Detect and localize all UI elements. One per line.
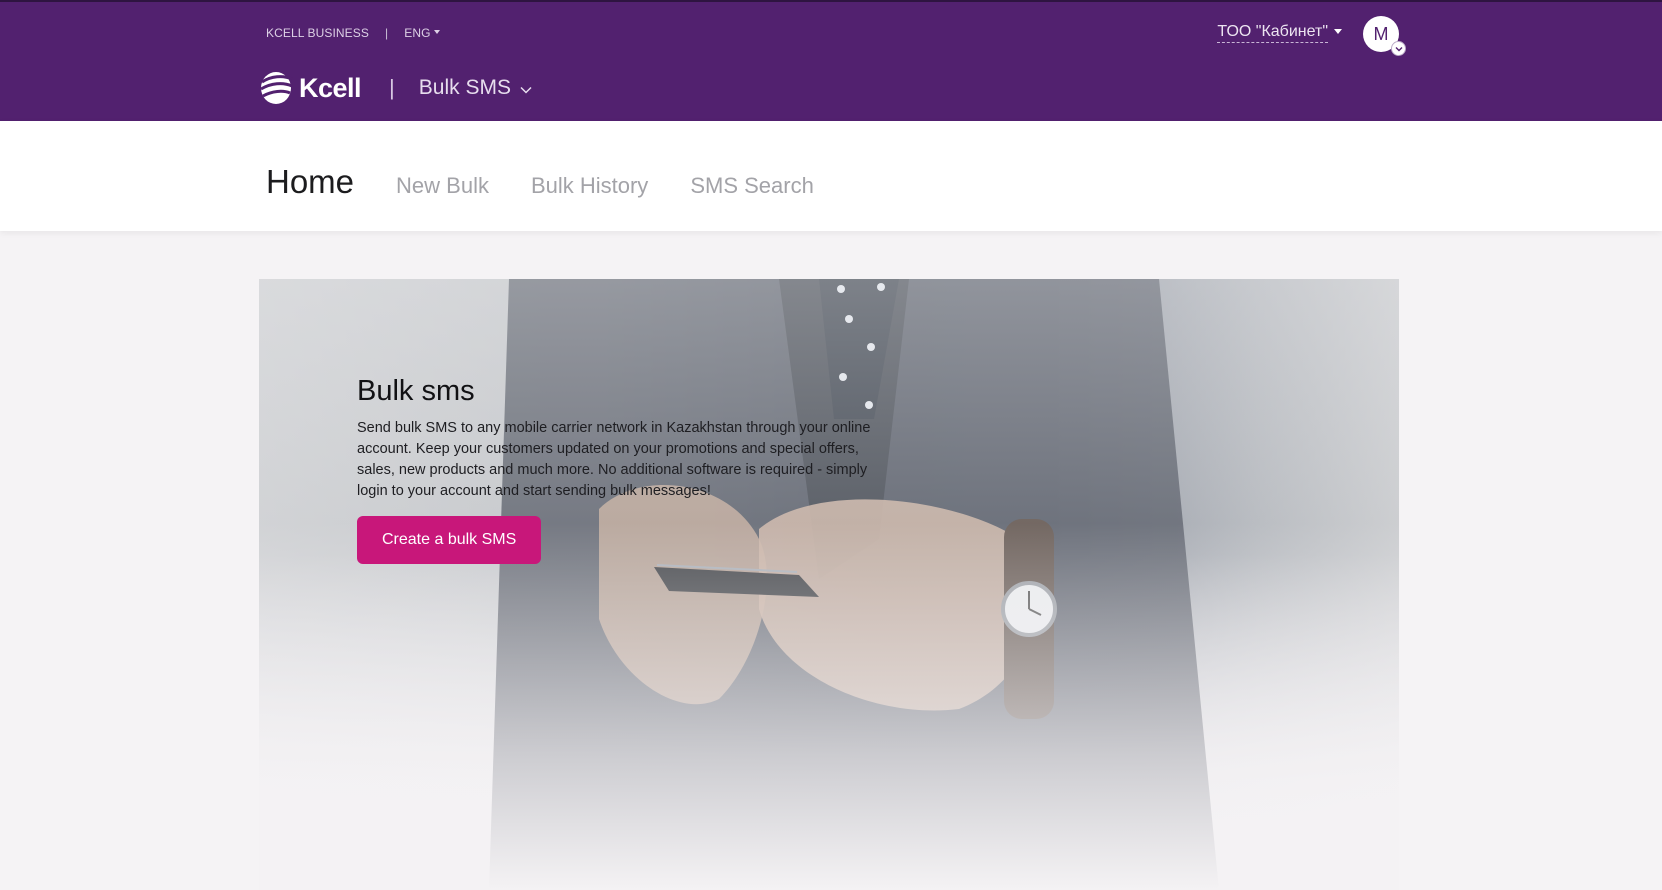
hero-banner: Bulk sms Send bulk SMS to any mobile car…: [259, 279, 1399, 890]
product-label: Bulk SMS: [418, 76, 511, 99]
chevron-down-icon: [1395, 46, 1402, 51]
language-label: ENG: [404, 26, 431, 40]
hero-description: Send bulk SMS to any mobile carrier netw…: [357, 420, 871, 499]
brand-separator: |: [389, 75, 395, 100]
utility-separator: |: [385, 26, 389, 40]
kcell-business-link[interactable]: KCELL BUSINESS: [266, 26, 369, 40]
top-header-inner: KCELL BUSINESS | ENG Kcell | Bulk SMS ТО…: [259, 2, 1406, 123]
tab-home[interactable]: Home: [266, 163, 354, 201]
hero-title: Bulk sms: [357, 375, 475, 407]
nav-tabs: Home New Bulk Bulk History SMS Search: [266, 163, 856, 201]
chevron-down-icon: [520, 86, 532, 94]
language-selector[interactable]: ENG: [404, 26, 440, 40]
tab-bulk-history[interactable]: Bulk History: [531, 173, 648, 199]
account-name: ТОО "Кабинет": [1217, 23, 1328, 43]
product-selector[interactable]: Bulk SMS: [419, 76, 532, 100]
kcell-logo-icon: [260, 72, 293, 104]
user-avatar[interactable]: M: [1363, 16, 1406, 56]
create-bulk-sms-button[interactable]: Create a bulk SMS: [357, 516, 542, 564]
hero-content: Bulk sms Send bulk SMS to any mobile car…: [357, 375, 897, 564]
main-nav: Home New Bulk Bulk History SMS Search: [0, 121, 1662, 231]
logo-text: Kcell: [299, 72, 362, 103]
utility-row: KCELL BUSINESS | ENG: [266, 26, 440, 40]
top-header: KCELL BUSINESS | ENG Kcell | Bulk SMS ТО…: [0, 0, 1662, 121]
kcell-logo[interactable]: Kcell: [259, 70, 362, 106]
avatar-initial: M: [1373, 23, 1389, 44]
tab-new-bulk[interactable]: New Bulk: [396, 173, 489, 199]
avatar-dropdown-badge: [1391, 41, 1406, 56]
caret-down-icon: [433, 30, 440, 34]
tab-sms-search[interactable]: SMS Search: [690, 173, 814, 199]
brand-row: Kcell | Bulk SMS: [259, 70, 532, 106]
hero-overlay: [259, 279, 1399, 890]
caret-down-icon: [1334, 28, 1342, 34]
account-selector[interactable]: ТОО "Кабинет": [1217, 23, 1342, 43]
